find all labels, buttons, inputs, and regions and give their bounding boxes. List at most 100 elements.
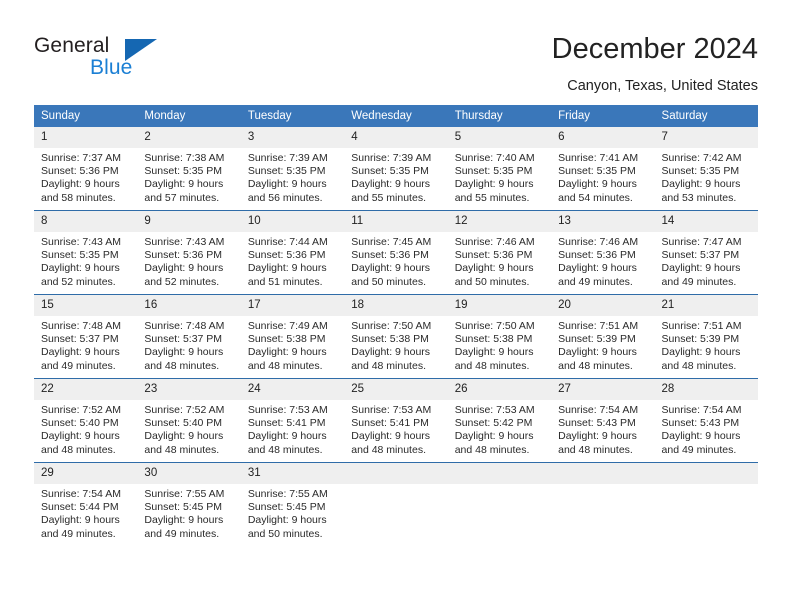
sunrise-time: Sunrise: 7:51 AM bbox=[558, 320, 639, 332]
calendar-day-cell[interactable]: 29 Sunrise: 7:54 AM Sunset: 5:44 PM Dayligh… bbox=[34, 462, 138, 546]
calendar-day-cell[interactable]: 21 Sunrise: 7:51 AM Sunset: 5:39 PM Dayligh… bbox=[654, 294, 758, 379]
daylight-duration-line1: Daylight: 9 hours bbox=[247, 346, 327, 359]
calendar-day-cell[interactable]: 14 Sunrise: 7:47 AM Sunset: 5:37 PM Dayligh… bbox=[654, 210, 758, 295]
day-sun-info: Sunrise: 7:51 AM Sunset: 5:39 PM Daylight:… bbox=[551, 316, 654, 373]
calendar-weekday-header-row: Sunday Monday Tuesday Wednesday Thursday… bbox=[34, 105, 758, 127]
sunset-time: Sunset: 5:43 PM bbox=[661, 417, 740, 430]
calendar-day-cell[interactable]: 13 Sunrise: 7:46 AM Sunset: 5:36 PM Dayligh… bbox=[551, 210, 655, 295]
daylight-duration-line1: Daylight: 9 hours bbox=[558, 178, 637, 191]
daylight-duration-line2: and 49 minutes. bbox=[661, 275, 737, 288]
sunrise-time: Sunrise: 7:50 AM bbox=[351, 320, 432, 332]
sunset-time: Sunset: 5:39 PM bbox=[661, 333, 740, 346]
daylight-duration-line1: Daylight: 9 hours bbox=[351, 262, 431, 275]
day-number: 26 bbox=[447, 379, 552, 400]
day-number: 27 bbox=[551, 379, 655, 400]
daylight-duration-line1: Daylight: 9 hours bbox=[661, 430, 741, 443]
day-sun-info: Sunrise: 7:38 AM Sunset: 5:35 PM Daylight:… bbox=[137, 148, 240, 205]
calendar-week-row: 29 Sunrise: 7:54 AM Sunset: 5:44 PM Dayligh… bbox=[34, 462, 758, 546]
day-number: 4 bbox=[344, 127, 448, 148]
daylight-duration-line2: and 48 minutes. bbox=[558, 443, 633, 456]
sunset-time: Sunset: 5:36 PM bbox=[558, 249, 636, 262]
calendar-day-cell[interactable]: 9 Sunrise: 7:43 AM Sunset: 5:36 PM Daylight… bbox=[137, 210, 241, 295]
day-sun-info: Sunrise: 7:41 AM Sunset: 5:35 PM Daylight:… bbox=[551, 148, 654, 205]
sunrise-time: Sunrise: 7:55 AM bbox=[144, 488, 225, 500]
daylight-duration-line2: and 49 minutes. bbox=[144, 527, 220, 540]
daylight-duration-line1: Daylight: 9 hours bbox=[351, 430, 431, 443]
daylight-duration-line1: Daylight: 9 hours bbox=[661, 262, 741, 275]
day-number: 12 bbox=[447, 211, 552, 232]
calendar-day-cell[interactable]: 4 Sunrise: 7:39 AM Sunset: 5:35 PM Daylight… bbox=[344, 127, 448, 211]
daylight-duration-line1: Daylight: 9 hours bbox=[351, 178, 431, 191]
daylight-duration-line1: Daylight: 9 hours bbox=[144, 178, 224, 191]
day-number bbox=[551, 463, 655, 484]
day-number: 20 bbox=[551, 295, 655, 316]
calendar-day-cell[interactable]: 22 Sunrise: 7:52 AM Sunset: 5:40 PM Dayligh… bbox=[34, 378, 138, 463]
calendar-day-cell[interactable]: 16 Sunrise: 7:48 AM Sunset: 5:37 PM Dayligh… bbox=[137, 294, 241, 379]
calendar-day-cell[interactable]: 31 Sunrise: 7:55 AM Sunset: 5:45 PM Dayligh… bbox=[240, 462, 345, 546]
page-subtitle-location: Canyon, Texas, United States bbox=[567, 78, 758, 94]
sunset-time: Sunset: 5:43 PM bbox=[558, 417, 636, 430]
calendar-day-cell[interactable]: 2 Sunrise: 7:38 AM Sunset: 5:35 PM Daylight… bbox=[137, 127, 241, 211]
calendar-week-row: 1 Sunrise: 7:37 AM Sunset: 5:36 PM Daylight… bbox=[34, 127, 758, 211]
calendar-day-cell[interactable]: 17 Sunrise: 7:49 AM Sunset: 5:38 PM Dayligh… bbox=[240, 294, 345, 379]
calendar-day-cell[interactable]: 19 Sunrise: 7:50 AM Sunset: 5:38 PM Dayligh… bbox=[447, 294, 552, 379]
calendar-day-cell[interactable]: 7 Sunrise: 7:42 AM Sunset: 5:35 PM Daylight… bbox=[654, 127, 758, 211]
sunrise-time: Sunrise: 7:51 AM bbox=[661, 320, 742, 332]
day-sun-info: Sunrise: 7:49 AM Sunset: 5:38 PM Daylight:… bbox=[241, 316, 344, 373]
daylight-duration-line2: and 52 minutes. bbox=[41, 275, 116, 288]
calendar-day-cell[interactable]: 1 Sunrise: 7:37 AM Sunset: 5:36 PM Daylight… bbox=[34, 127, 138, 211]
calendar-day-cell[interactable]: 18 Sunrise: 7:50 AM Sunset: 5:38 PM Dayligh… bbox=[344, 294, 448, 379]
daylight-duration-line2: and 52 minutes. bbox=[144, 275, 220, 288]
sunset-time: Sunset: 5:41 PM bbox=[351, 417, 429, 430]
calendar-day-cell[interactable]: 26 Sunrise: 7:53 AM Sunset: 5:42 PM Dayligh… bbox=[447, 378, 552, 463]
daylight-duration-line1: Daylight: 9 hours bbox=[351, 346, 431, 359]
calendar-day-cell[interactable]: 24 Sunrise: 7:53 AM Sunset: 5:41 PM Dayligh… bbox=[240, 378, 345, 463]
day-sun-info: Sunrise: 7:55 AM Sunset: 5:45 PM Daylight:… bbox=[241, 484, 344, 541]
calendar-day-cell[interactable]: 25 Sunrise: 7:53 AM Sunset: 5:41 PM Dayligh… bbox=[344, 378, 448, 463]
day-sun-info: Sunrise: 7:55 AM Sunset: 5:45 PM Daylight:… bbox=[137, 484, 240, 541]
calendar-day-cell[interactable]: 30 Sunrise: 7:55 AM Sunset: 5:45 PM Dayligh… bbox=[137, 462, 241, 546]
calendar-day-cell[interactable]: 10 Sunrise: 7:44 AM Sunset: 5:36 PM Dayligh… bbox=[240, 210, 345, 295]
day-sun-info: Sunrise: 7:54 AM Sunset: 5:43 PM Daylight:… bbox=[551, 400, 654, 457]
calendar-day-cell[interactable]: 6 Sunrise: 7:41 AM Sunset: 5:35 PM Daylight… bbox=[551, 127, 655, 211]
day-sun-info: Sunrise: 7:50 AM Sunset: 5:38 PM Daylight:… bbox=[344, 316, 447, 373]
calendar-day-cell[interactable]: 8 Sunrise: 7:43 AM Sunset: 5:35 PM Daylight… bbox=[34, 210, 138, 295]
calendar-day-cell[interactable]: 27 Sunrise: 7:54 AM Sunset: 5:43 PM Dayligh… bbox=[551, 378, 655, 463]
sunset-time: Sunset: 5:38 PM bbox=[351, 333, 429, 346]
calendar-day-cell[interactable]: 15 Sunrise: 7:48 AM Sunset: 5:37 PM Dayligh… bbox=[34, 294, 138, 379]
daylight-duration-line2: and 51 minutes. bbox=[247, 275, 323, 288]
sunrise-time: Sunrise: 7:43 AM bbox=[41, 236, 121, 248]
day-sun-info: Sunrise: 7:39 AM Sunset: 5:35 PM Daylight:… bbox=[344, 148, 447, 205]
calendar-day-cell[interactable]: 12 Sunrise: 7:46 AM Sunset: 5:36 PM Dayligh… bbox=[447, 210, 552, 295]
daylight-duration-line1: Daylight: 9 hours bbox=[41, 346, 120, 359]
day-sun-info: Sunrise: 7:44 AM Sunset: 5:36 PM Daylight:… bbox=[241, 232, 344, 289]
day-number: 14 bbox=[654, 211, 758, 232]
calendar-day-cell[interactable]: 11 Sunrise: 7:45 AM Sunset: 5:36 PM Dayligh… bbox=[344, 210, 448, 295]
day-sun-info: Sunrise: 7:50 AM Sunset: 5:38 PM Daylight:… bbox=[448, 316, 551, 373]
daylight-duration-line2: and 48 minutes. bbox=[351, 359, 426, 372]
sunrise-time: Sunrise: 7:54 AM bbox=[661, 404, 742, 416]
calendar-day-cell[interactable]: 23 Sunrise: 7:52 AM Sunset: 5:40 PM Dayligh… bbox=[137, 378, 241, 463]
weekday-header-saturday: Saturday bbox=[654, 105, 758, 127]
daylight-duration-line2: and 48 minutes. bbox=[454, 443, 530, 456]
weekday-header-friday: Friday bbox=[551, 105, 655, 127]
sunrise-time: Sunrise: 7:50 AM bbox=[454, 320, 535, 332]
daylight-duration-line2: and 49 minutes. bbox=[41, 359, 116, 372]
calendar-day-cell[interactable]: 5 Sunrise: 7:40 AM Sunset: 5:35 PM Daylight… bbox=[447, 127, 552, 211]
sunrise-time: Sunrise: 7:46 AM bbox=[454, 236, 535, 248]
sunrise-time: Sunrise: 7:40 AM bbox=[454, 152, 535, 164]
sunrise-sunset-calendar-table: Sunday Monday Tuesday Wednesday Thursday… bbox=[34, 105, 758, 546]
day-number bbox=[654, 463, 758, 484]
sunset-time: Sunset: 5:36 PM bbox=[144, 249, 223, 262]
logo-text-general: General bbox=[34, 34, 110, 57]
calendar-day-cell[interactable]: 20 Sunrise: 7:51 AM Sunset: 5:39 PM Dayligh… bbox=[551, 294, 655, 379]
day-sun-info: Sunrise: 7:54 AM Sunset: 5:43 PM Daylight:… bbox=[655, 400, 758, 457]
calendar-day-cell[interactable]: 3 Sunrise: 7:39 AM Sunset: 5:35 PM Daylight… bbox=[240, 127, 345, 211]
day-sun-info: Sunrise: 7:39 AM Sunset: 5:35 PM Daylight:… bbox=[241, 148, 344, 205]
sunrise-time: Sunrise: 7:42 AM bbox=[661, 152, 742, 164]
sunrise-time: Sunrise: 7:44 AM bbox=[247, 236, 328, 248]
calendar-day-cell-empty bbox=[654, 462, 758, 546]
day-number: 8 bbox=[34, 211, 138, 232]
day-number: 2 bbox=[137, 127, 241, 148]
calendar-day-cell[interactable]: 28 Sunrise: 7:54 AM Sunset: 5:43 PM Dayligh… bbox=[654, 378, 758, 463]
